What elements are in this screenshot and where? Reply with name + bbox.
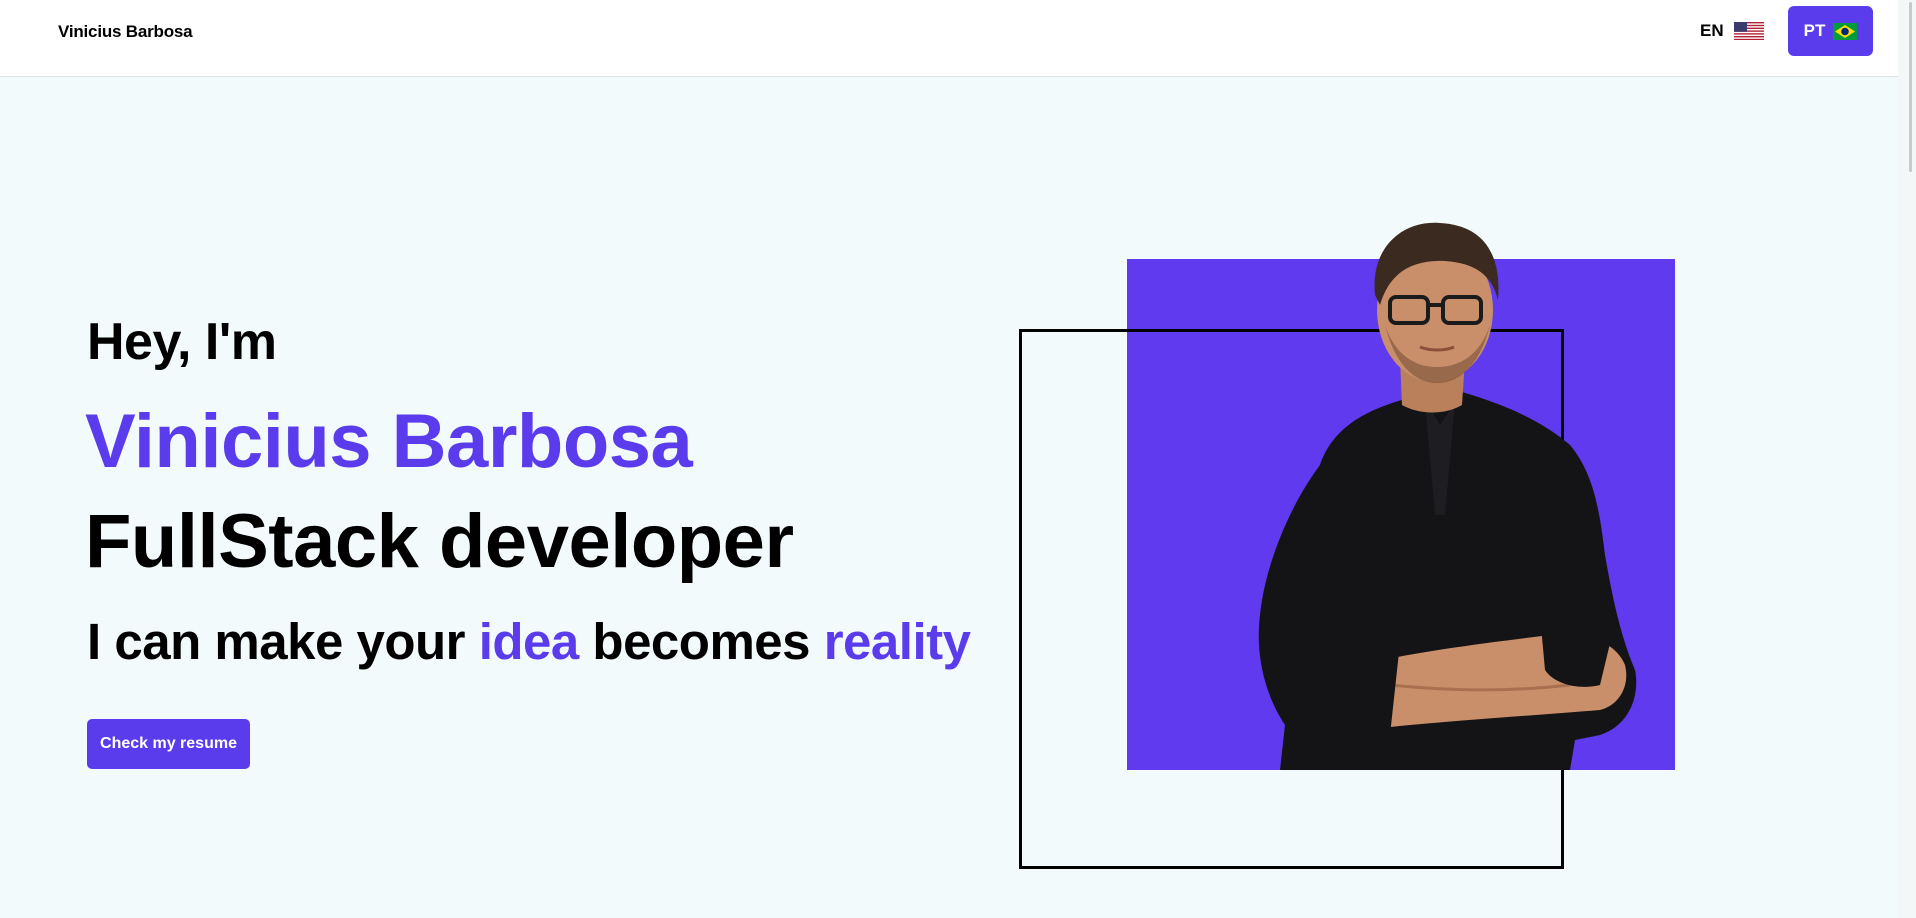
- hero-tagline: I can make your idea becomes reality: [87, 612, 971, 671]
- profile-photo: [1258, 222, 1637, 770]
- top-navigation-bar: Vinicius Barbosa EN PT: [0, 0, 1916, 77]
- greeting-heading: Hey, I'm: [87, 313, 277, 371]
- scrollbar-thumb[interactable]: [1909, 2, 1912, 172]
- tagline-part-1: I can make your: [87, 613, 479, 670]
- language-en-button[interactable]: EN: [1700, 18, 1764, 44]
- brazil-flag-icon: [1833, 22, 1858, 40]
- brand-name[interactable]: Vinicius Barbosa: [58, 22, 193, 42]
- tagline-part-2: becomes: [578, 613, 824, 670]
- tagline-highlight-idea: idea: [478, 613, 580, 670]
- us-flag-icon: [1733, 22, 1764, 40]
- hero-name: Vinicius Barbosa: [85, 399, 693, 484]
- language-en-label: EN: [1700, 21, 1724, 40]
- tagline-highlight-reality: reality: [823, 613, 971, 670]
- language-pt-label: PT: [1803, 21, 1826, 40]
- check-resume-button[interactable]: Check my resume: [87, 719, 250, 769]
- language-pt-button[interactable]: PT: [1788, 6, 1873, 56]
- hero-role: FullStack developer: [85, 499, 794, 584]
- scrollbar[interactable]: [1898, 0, 1916, 918]
